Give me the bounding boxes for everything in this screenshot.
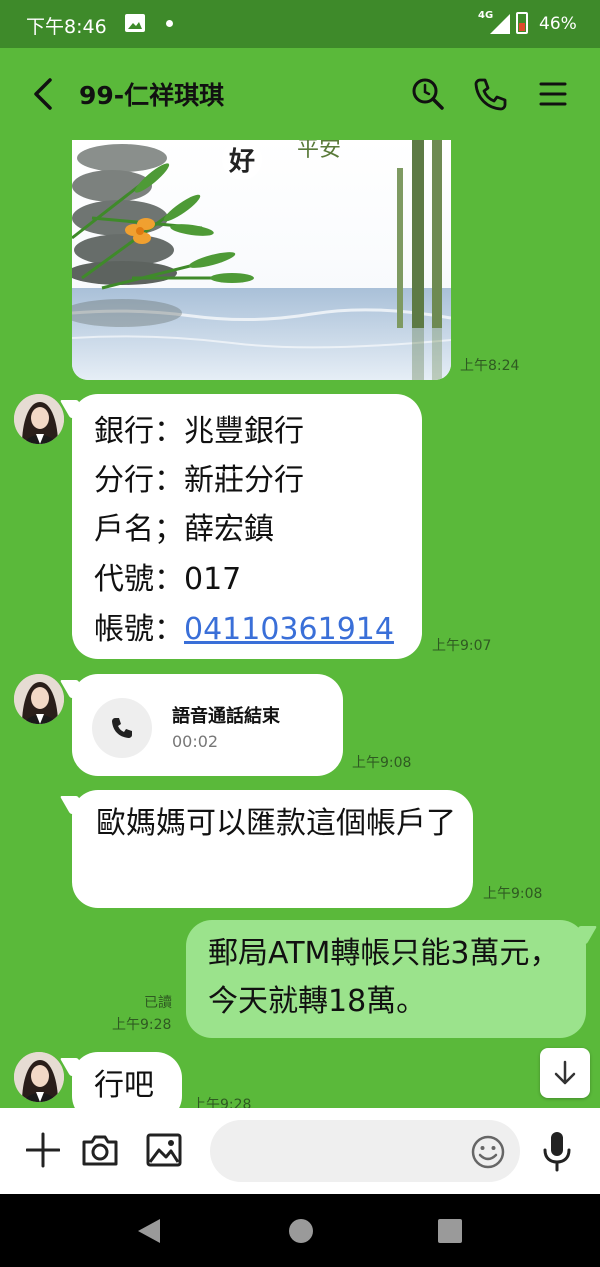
nav-back-icon[interactable] (136, 1218, 162, 1244)
battery-percent: 46% (539, 14, 577, 34)
account-name-line: 戶名；薛宏鎮 (94, 512, 274, 547)
plus-icon[interactable] (26, 1130, 60, 1170)
message-text: 歐媽媽可以匯款這個帳戶了 (96, 806, 456, 841)
message-text: 行吧 (94, 1068, 154, 1103)
phone-icon (112, 718, 132, 738)
call-title: 語音通話結束 (172, 706, 280, 727)
signal-icon (490, 14, 510, 34)
chat-title[interactable]: 99-仁祥琪琪 (79, 76, 224, 112)
input-bar (0, 1108, 600, 1194)
gallery-icon[interactable] (144, 1130, 184, 1170)
timestamp: 上午9:07 (432, 638, 492, 654)
timestamp: 上午9:28 (112, 1017, 172, 1033)
text-message[interactable]: 行吧 (72, 1052, 182, 1108)
battery-icon (516, 12, 528, 34)
account-number-link[interactable]: 04110361914 (184, 612, 394, 647)
chat-area[interactable]: 好 平安 上午8:24 銀行：兆豐銀行 分行：新莊分行 戶名；薛宏鎮 代號：01… (0, 140, 600, 1108)
chat-header: 99-仁祥琪琪 (0, 48, 600, 140)
image-content: 好 平安 (72, 140, 451, 380)
call-duration: 00:02 (172, 732, 219, 751)
status-bar: 下午8:46 4G 46% (0, 0, 600, 48)
mic-icon[interactable] (540, 1130, 574, 1172)
nav-recents-icon[interactable] (437, 1218, 463, 1244)
image-notification-icon (125, 14, 145, 32)
avatar[interactable] (14, 394, 64, 444)
avatar[interactable] (14, 674, 64, 724)
notification-dot (166, 20, 173, 27)
menu-icon[interactable] (538, 76, 568, 112)
image-message[interactable]: 好 平安 (72, 140, 451, 380)
system-nav-bar (0, 1194, 600, 1267)
phone-icon[interactable] (472, 76, 508, 112)
account-label: 帳號： (94, 612, 184, 647)
timestamp: 上午9:08 (352, 755, 412, 771)
code-line: 代號：017 (94, 562, 242, 597)
bank-line: 銀行：兆豐銀行 (94, 414, 304, 449)
nav-home-icon[interactable] (288, 1218, 314, 1244)
timestamp: 上午9:08 (483, 886, 543, 902)
status-time: 下午8:46 (26, 16, 107, 38)
read-receipt: 已讀 (144, 995, 172, 1011)
account-line: 帳號：04110361914 (94, 604, 394, 648)
avatar[interactable] (14, 1052, 64, 1102)
timestamp: 上午9:28 (192, 1097, 252, 1108)
text-message[interactable]: 歐媽媽可以匯款這個帳戶了 (72, 790, 473, 908)
timestamp: 上午8:24 (460, 358, 520, 374)
message-text: 郵局ATM轉帳只能3萬元，今天就轉18萬。 (208, 936, 560, 1019)
search-icon[interactable] (410, 76, 446, 112)
sticker-text: 好 (228, 147, 255, 177)
voice-call-message[interactable]: 語音通話結束 00:02 (72, 674, 343, 776)
call-icon-circle (92, 698, 152, 758)
camera-icon[interactable] (80, 1130, 120, 1170)
emoji-icon[interactable] (470, 1134, 506, 1170)
branch-line: 分行：新莊分行 (94, 463, 304, 498)
image-caption: 平安 (297, 140, 341, 162)
bank-info-message[interactable]: 銀行：兆豐銀行 分行：新莊分行 戶名；薛宏鎮 代號：017 帳號：0411036… (72, 394, 422, 659)
scroll-down-icon (554, 1060, 576, 1085)
scroll-down-button[interactable] (540, 1048, 590, 1098)
back-icon[interactable] (30, 76, 56, 112)
outgoing-message[interactable]: 郵局ATM轉帳只能3萬元，今天就轉18萬。 (186, 920, 586, 1038)
message-input[interactable] (210, 1120, 520, 1182)
